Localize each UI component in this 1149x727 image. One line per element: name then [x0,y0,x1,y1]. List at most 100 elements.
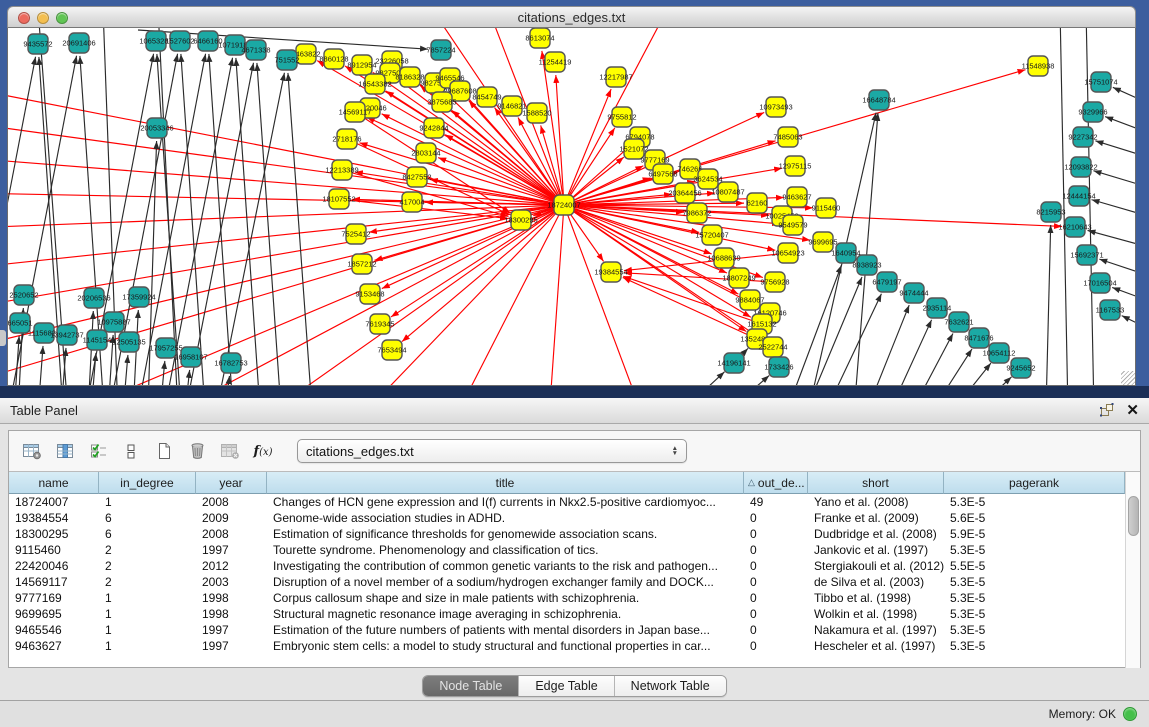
table-cell[interactable]: Stergiakouli et al. (2012) [808,558,944,574]
table-row[interactable]: 1872400712008Changes of HCN gene express… [9,494,1140,510]
network-node[interactable]: 20053346 [140,118,173,138]
table-row[interactable]: 1830029562008Estimation of significance … [9,526,1140,542]
show-columns-icon[interactable] [52,438,78,464]
table-cell[interactable]: Tibbo et al. (1998) [808,590,944,606]
network-table-selector[interactable]: citations_edges.txt ▲▼ [297,439,687,463]
network-node[interactable]: 16648784 [862,90,895,110]
network-node[interactable]: 12213389 [325,160,358,180]
table-cell[interactable]: 0 [744,638,808,654]
network-node[interactable]: 10654923 [771,243,804,263]
network-node[interactable]: 9115460 [812,198,841,218]
tab-network-table[interactable]: Network Table [614,676,726,696]
network-node[interactable]: 16782753 [214,353,247,373]
table-cell[interactable]: 5.3E-5 [944,590,1125,606]
table-cell[interactable]: Hescheler et al. (1997) [808,638,944,654]
table-cell[interactable]: 9115460 [9,542,99,558]
table-cell[interactable]: Tourette syndrome. Phenomenology and cla… [267,542,744,558]
column-header-year[interactable]: year [196,472,267,494]
network-canvas[interactable]: 1872400774638228860128891295423226058982… [8,28,1136,386]
table-cell[interactable]: 2008 [196,494,267,510]
table-cell[interactable]: Estimation of significance thresholds fo… [267,526,744,542]
network-node[interactable]: 8215953 [1036,202,1065,222]
column-header-short[interactable]: short [808,472,944,494]
network-node[interactable]: 10688639 [707,248,740,268]
network-node[interactable]: 7632621 [944,312,973,332]
panel-collapse-handle[interactable] [0,330,6,346]
table-cell[interactable]: Franke et al. (2009) [808,510,944,526]
table-cell[interactable]: 5.3E-5 [944,574,1125,590]
network-node[interactable]: 18807249 [722,268,755,288]
table-cell[interactable]: 0 [744,542,808,558]
network-node[interactable]: 14196141 [717,353,750,373]
network-node[interactable]: 8613074 [525,28,554,48]
maximize-window-icon[interactable] [56,12,68,24]
table-cell[interactable]: Genome-wide association studies in ADHD. [267,510,744,526]
network-node[interactable]: 1167533 [1096,300,1125,320]
network-node[interactable]: 10975887 [97,312,130,332]
minimize-window-icon[interactable] [37,12,49,24]
table-cell[interactable]: 5.9E-5 [944,526,1125,542]
network-node[interactable]: 7619345 [365,314,394,334]
network-node[interactable]: 9435572 [23,34,52,54]
table-cell[interactable]: 49 [744,494,808,510]
network-node[interactable]: 15751074 [1084,72,1117,92]
column-header-title[interactable]: title [267,472,744,494]
table-cell[interactable]: 2 [99,574,196,590]
table-cell[interactable]: Structural magnetic resonance image aver… [267,606,744,622]
network-node[interactable]: 2520652 [9,285,38,305]
table-cell[interactable]: 0 [744,510,808,526]
network-node[interactable]: 2522744 [758,337,787,357]
delete-table-icon[interactable] [217,438,243,464]
network-node[interactable]: 7653494 [377,340,406,360]
table-cell[interactable]: 14569117 [9,574,99,590]
network-node[interactable]: 2935114 [923,298,952,318]
close-panel-icon[interactable]: ✕ [1126,403,1139,418]
network-node[interactable]: 751552 [274,50,299,70]
network-node[interactable]: 7485063 [773,127,802,147]
table-cell[interactable]: 1998 [196,606,267,622]
table-options-icon[interactable] [19,438,45,464]
network-node[interactable]: 12093822 [1064,157,1097,177]
network-node[interactable]: 7857224 [426,40,455,60]
network-node[interactable]: 9463627 [782,187,811,207]
network-node[interactable]: 11548938 [1022,56,1055,76]
table-cell[interactable]: 2 [99,542,196,558]
column-header-pagerank[interactable]: pagerank [944,472,1125,494]
network-node[interactable]: 7525412 [341,224,370,244]
table-cell[interactable]: 18300295 [9,526,99,542]
column-header-name[interactable]: name [9,472,99,494]
network-node[interactable]: 62160 [747,193,768,213]
table-cell[interactable]: 6 [99,510,196,526]
table-cell[interactable]: 22420046 [9,558,99,574]
table-cell[interactable]: 5.3E-5 [944,606,1125,622]
table-cell[interactable]: Yano et al. (2008) [808,494,944,510]
table-cell[interactable]: Wolkin et al. (1998) [808,606,944,622]
table-row[interactable]: 2242004622012Investigating the contribut… [9,558,1140,574]
create-new-column-icon[interactable] [151,438,177,464]
network-node[interactable]: 17016504 [1083,273,1116,293]
select-visible-columns-icon[interactable] [85,438,111,464]
table-row[interactable]: 946554611997Estimation of the future num… [9,622,1140,638]
table-cell[interactable]: Embryonic stem cells: a model to study s… [267,638,744,654]
network-node[interactable]: 9242844 [419,118,448,138]
network-node[interactable]: 1857212 [347,254,376,274]
network-node[interactable]: 2718176 [332,129,361,149]
table-cell[interactable]: 9777169 [9,590,99,606]
table-cell[interactable]: 1 [99,494,196,510]
table-cell[interactable]: 1 [99,590,196,606]
network-node[interactable]: 1588520 [522,103,551,123]
network-node[interactable]: 6479197 [872,272,901,292]
table-cell[interactable]: 1998 [196,590,267,606]
table-cell[interactable]: 2003 [196,574,267,590]
network-node[interactable]: 8912954 [347,55,376,75]
column-header-in_degree[interactable]: in_degree [99,472,196,494]
table-cell[interactable]: 18724007 [9,494,99,510]
network-node[interactable]: 9329966 [1078,102,1107,122]
network-node[interactable]: 12444154 [1062,186,1095,206]
table-cell[interactable]: 9465546 [9,622,99,638]
table-cell[interactable]: 5.6E-5 [944,510,1125,526]
table-cell[interactable]: 0 [744,574,808,590]
float-window-icon[interactable] [1099,403,1114,418]
network-node[interactable]: 2803144 [411,143,440,163]
network-node[interactable]: 12505135 [112,332,145,352]
